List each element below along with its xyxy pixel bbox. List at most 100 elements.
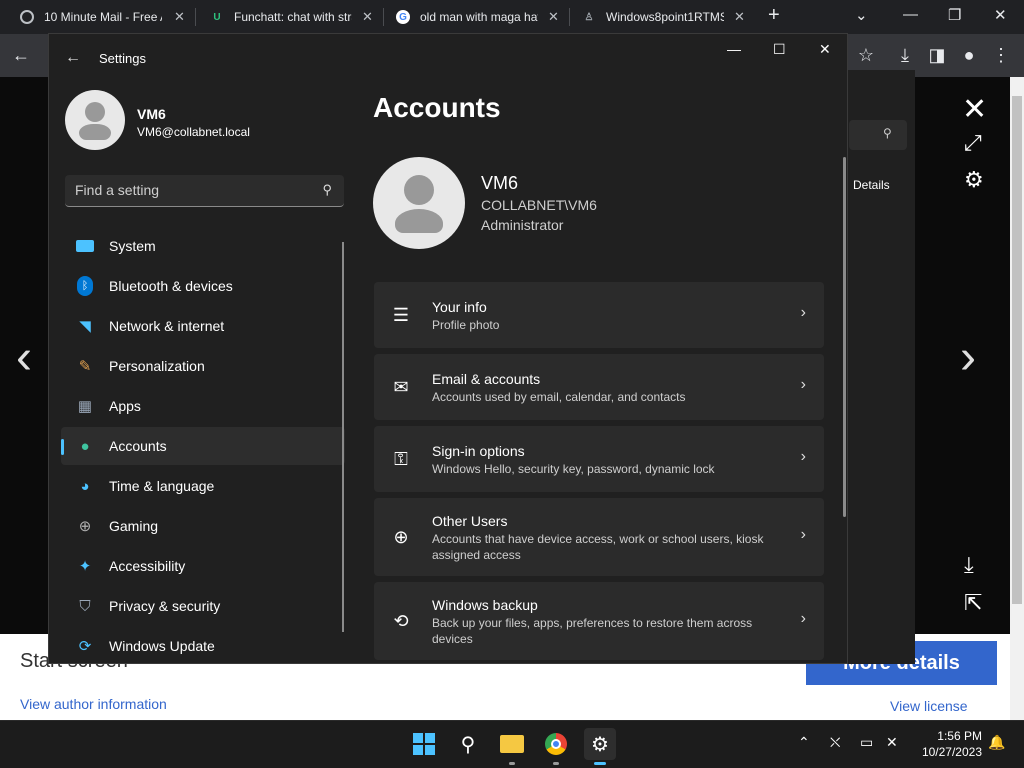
chevron-right-icon[interactable]: › <box>960 330 976 385</box>
start-icon[interactable] <box>408 728 440 760</box>
close-tab-icon[interactable]: ✕ <box>174 9 185 25</box>
minimize-icon[interactable]: — <box>727 41 741 57</box>
sidebar-item-windows-update[interactable]: ⟳ Windows Update <box>61 627 345 665</box>
view-license-link[interactable]: View license <box>890 698 968 714</box>
sidebar-item-gaming[interactable]: ⊕ Gaming <box>61 507 345 545</box>
sidebar-item-accounts[interactable]: ● Accounts <box>61 427 345 465</box>
browser-tab[interactable]: ♙ Windows8point1RTMS <box>582 0 724 34</box>
volume-muted-icon[interactable]: ✕ <box>886 734 898 751</box>
chevron-up-icon[interactable]: ⌃ <box>798 734 810 751</box>
side-panel-icon[interactable]: ◨ <box>924 42 950 68</box>
apps-icon: ▦ <box>77 398 93 415</box>
notification-bell-icon[interactable]: 🔔 <box>988 734 1005 751</box>
sidebar-nav: System ᛒ Bluetooth & devices ◥ Network &… <box>61 227 345 667</box>
search-input[interactable] <box>75 182 305 198</box>
sidebar-item-label: Accessibility <box>109 558 186 574</box>
mail-icon: ✉ <box>393 376 409 397</box>
sidebar-scrollbar[interactable] <box>342 242 344 632</box>
search-box[interactable]: ⚲ <box>849 120 907 150</box>
sidebar-item-personalization[interactable]: ✎ Personalization <box>61 347 345 385</box>
settings-gear-icon[interactable]: ⚙ <box>584 728 616 760</box>
chevron-down-icon[interactable]: ⌄ <box>855 6 868 24</box>
restore-icon[interactable]: ❐ <box>948 6 961 24</box>
card-subtitle: Windows Hello, security key, password, d… <box>432 462 715 476</box>
page-title: Accounts <box>373 92 501 123</box>
browser-tab-bar: 10 Minute Mail - Free A ✕ U Funchatt: ch… <box>0 0 1024 34</box>
details-label[interactable]: Details <box>853 178 890 192</box>
page-scroll-thumb[interactable] <box>1012 96 1022 604</box>
share-icon[interactable]: ⇱ <box>964 590 982 616</box>
file-explorer-icon[interactable] <box>496 728 528 760</box>
browser-tab[interactable]: G old man with maga hat <box>396 0 538 34</box>
system-icon <box>75 236 95 256</box>
profile-icon[interactable]: ● <box>956 42 982 68</box>
back-arrow-icon[interactable]: ← <box>8 42 34 68</box>
minimize-icon[interactable]: — <box>903 6 918 23</box>
brush-icon: ✎ <box>78 358 92 375</box>
title-bar: ← Settings — ☐ ✕ <box>49 34 849 82</box>
sidebar-item-system[interactable]: System <box>61 227 345 265</box>
sidebar-item-label: System <box>109 238 156 254</box>
more-menu-icon[interactable]: ⋮ <box>988 42 1014 68</box>
content-scrollbar[interactable] <box>843 157 846 517</box>
backup-icon: ⟲ <box>393 610 409 631</box>
card-other-users[interactable]: ⊕ Other Users Accounts that have device … <box>374 498 824 576</box>
chevron-right-icon: › <box>800 448 806 465</box>
download-icon[interactable]: ⤓ <box>892 42 918 68</box>
sidebar-item-privacy[interactable]: ⛉ Privacy & security <box>61 587 345 625</box>
update-icon: ⟳ <box>78 638 92 655</box>
expand-icon[interactable]: ⤢ <box>964 130 982 156</box>
avatar[interactable] <box>65 90 125 150</box>
person-info-icon: ☰ <box>392 304 410 325</box>
google-icon: G <box>396 10 410 24</box>
clock-time[interactable]: 1:56 PM <box>928 729 982 743</box>
chrome-icon[interactable] <box>540 728 572 760</box>
maximize-icon[interactable]: ☐ <box>773 41 786 58</box>
sidebar-item-network[interactable]: ◥ Network & internet <box>61 307 345 345</box>
card-windows-backup[interactable]: ⟲ Windows backup Back up your files, app… <box>374 582 824 660</box>
search-input-container[interactable]: ⚲ <box>65 175 344 207</box>
close-icon[interactable]: ✕ <box>962 92 987 127</box>
search-icon[interactable]: ⚲ <box>452 728 484 760</box>
gear-icon[interactable]: ⚙ <box>964 167 984 193</box>
search-icon[interactable]: ⚲ <box>322 182 332 198</box>
app-title: Settings <box>99 51 146 66</box>
card-your-info[interactable]: ☰ Your info Profile photo › <box>374 282 824 348</box>
star-icon[interactable]: ☆ <box>853 42 879 68</box>
close-icon[interactable]: ✕ <box>994 6 1007 24</box>
new-tab-button[interactable]: + <box>768 4 780 27</box>
back-arrow-icon[interactable]: ← <box>65 49 81 67</box>
sidebar-item-bluetooth[interactable]: ᛒ Bluetooth & devices <box>61 267 345 305</box>
tab-title: Windows8point1RTMS <box>606 10 724 24</box>
chevron-right-icon: › <box>800 526 806 543</box>
card-email-accounts[interactable]: ✉ Email & accounts Accounts used by emai… <box>374 354 824 420</box>
chevron-left-icon[interactable]: ‹ <box>16 330 32 385</box>
close-tab-icon[interactable]: ✕ <box>362 9 373 25</box>
card-title: Other Users <box>432 513 508 529</box>
close-icon[interactable]: ✕ <box>819 41 831 58</box>
browser-tab[interactable]: 10 Minute Mail - Free A <box>20 0 162 34</box>
chevron-right-icon: › <box>800 304 806 321</box>
close-tab-icon[interactable]: ✕ <box>548 9 559 25</box>
sidebar-item-apps[interactable]: ▦ Apps <box>61 387 345 425</box>
wifi-icon: ◥ <box>79 318 91 335</box>
display-icon[interactable]: ▭ <box>860 734 873 751</box>
tab-title: Funchatt: chat with stra <box>234 10 352 24</box>
sidebar-item-accessibility[interactable]: ✦ Accessibility <box>61 547 345 585</box>
close-tab-icon[interactable]: ✕ <box>734 9 745 25</box>
page-icon: ♙ <box>584 11 594 23</box>
globe-icon <box>20 10 34 24</box>
author-link[interactable]: View author information <box>20 696 167 712</box>
browser-tab[interactable]: U Funchatt: chat with stra <box>210 0 352 34</box>
card-title: Windows backup <box>432 597 538 613</box>
clock-date[interactable]: 10/27/2023 <box>912 745 982 759</box>
running-indicator <box>509 762 515 765</box>
settings-window: ← Settings — ☐ ✕ VM6 VM6@collabnet.local… <box>48 33 848 664</box>
sidebar-item-time-language[interactable]: ◕ Time & language <box>61 467 345 505</box>
card-sign-in-options[interactable]: ⚿ Sign-in options Windows Hello, securit… <box>374 426 824 492</box>
chevron-right-icon: › <box>800 376 806 393</box>
card-title: Your info <box>432 299 487 315</box>
download-icon[interactable]: ⤓ <box>964 552 974 578</box>
account-avatar[interactable] <box>373 157 465 249</box>
network-off-icon[interactable]: ⛌ <box>830 734 840 751</box>
